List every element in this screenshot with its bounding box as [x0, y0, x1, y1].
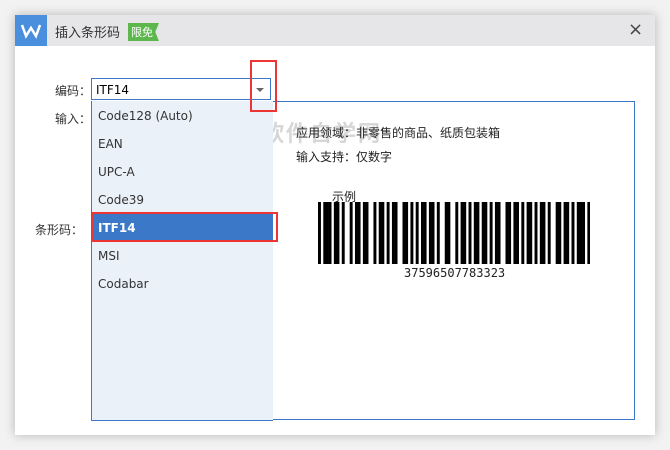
barcode-bar [381, 202, 385, 264]
barcode-bar [513, 202, 517, 264]
encoding-select[interactable]: ITF14 [91, 78, 271, 100]
barcode-bar [497, 202, 501, 264]
barcode-bar [402, 202, 406, 264]
barcode-bar [468, 202, 472, 264]
barcode-bar [444, 202, 448, 264]
input-label: 输入： [55, 112, 92, 126]
barcode-bar [526, 202, 530, 264]
barcode-bar [563, 202, 567, 264]
barcode-bar [410, 202, 414, 264]
encoding-label: 编码： [55, 84, 92, 98]
barcode-bar [405, 202, 409, 264]
support-text: 输入支持：仅数字 [296, 150, 393, 164]
dropdown-option[interactable]: UPC-A [92, 158, 273, 186]
barcode-bar [473, 202, 477, 264]
usage-text: 应用领域：非零售的商品、纸质包装箱 [296, 126, 501, 140]
barcode-bar [373, 202, 377, 264]
encoding-dropdown-list: Code128 (Auto) EAN UPC-A Code39 ITF14 MSI Coda… [91, 101, 273, 421]
barcode-bar [476, 202, 480, 264]
insert-barcode-dialog: 插入条形码 限免 × 编码： 输入： 条形码： 软件自学网 应用领域：非零售的商… [15, 15, 655, 435]
highlight-selected-option [91, 212, 278, 242]
barcode-bar [484, 202, 488, 264]
highlight-dropdown-arrow [250, 60, 277, 112]
dropdown-option[interactable]: MSI [92, 242, 273, 270]
barcode-image [318, 202, 590, 264]
barcode-bar [357, 202, 361, 264]
barcode-bar [555, 202, 559, 264]
dialog-title: 插入条形码 [55, 26, 121, 41]
barcode-bar [333, 202, 337, 264]
barcode-bar [582, 202, 586, 264]
barcode-bar [362, 202, 366, 264]
barcode-bar [529, 202, 533, 264]
barcode-bar [328, 202, 332, 264]
dropdown-option[interactable]: EAN [92, 130, 273, 158]
barcode-bar [534, 202, 538, 264]
barcode-bar [576, 202, 580, 264]
barcode-bar [455, 202, 459, 264]
barcode-bar [420, 202, 424, 264]
barcode-bar [428, 202, 432, 264]
barcode-bar [505, 202, 509, 264]
barcode-bar [336, 202, 340, 264]
barcode-bar [566, 202, 570, 264]
barcode-bar [415, 202, 419, 264]
dropdown-option[interactable]: Code128 (Auto) [92, 102, 273, 130]
barcode-bar [323, 202, 327, 264]
barcode-bar [431, 202, 435, 264]
wps-logo-icon [15, 15, 47, 46]
barcode-bar [365, 202, 369, 264]
barcode-bar [436, 202, 440, 264]
close-icon[interactable]: × [628, 19, 643, 40]
title-bar: 插入条形码 限免 × [15, 15, 655, 46]
barcode-bar [325, 202, 329, 264]
barcode-bar [394, 202, 398, 264]
barcode-bar [508, 202, 512, 264]
barcode-bar [521, 202, 525, 264]
barcode-bar [447, 202, 451, 264]
barcode-bar [354, 202, 358, 264]
dropdown-option[interactable]: Code39 [92, 186, 273, 214]
barcode-bar [489, 202, 493, 264]
barcode-bar [318, 202, 321, 264]
barcode-bar [349, 202, 353, 264]
barcode-bar [341, 202, 345, 264]
barcode-label: 条形码： [35, 223, 84, 237]
barcode-bar [542, 202, 546, 264]
barcode-bar [494, 202, 498, 264]
barcode-bar [587, 202, 590, 264]
barcode-bar [481, 202, 485, 264]
encoding-select-value: ITF14 [96, 83, 130, 97]
dropdown-option[interactable]: Codabar [92, 270, 273, 298]
barcode-bar [558, 202, 562, 264]
barcode-bar [463, 202, 467, 264]
barcode-bar [391, 202, 395, 264]
barcode-number: 37596507783323 [404, 266, 506, 280]
barcode-bar [516, 202, 519, 264]
barcode-bar [539, 202, 543, 264]
barcode-bar [386, 202, 390, 264]
free-badge: 限免 [128, 23, 159, 41]
barcode-bar [460, 202, 464, 264]
barcode-bar [378, 202, 382, 264]
barcode-bar [579, 202, 583, 264]
barcode-bar [547, 202, 551, 264]
barcode-bar [571, 202, 575, 264]
barcode-bar [423, 202, 427, 264]
